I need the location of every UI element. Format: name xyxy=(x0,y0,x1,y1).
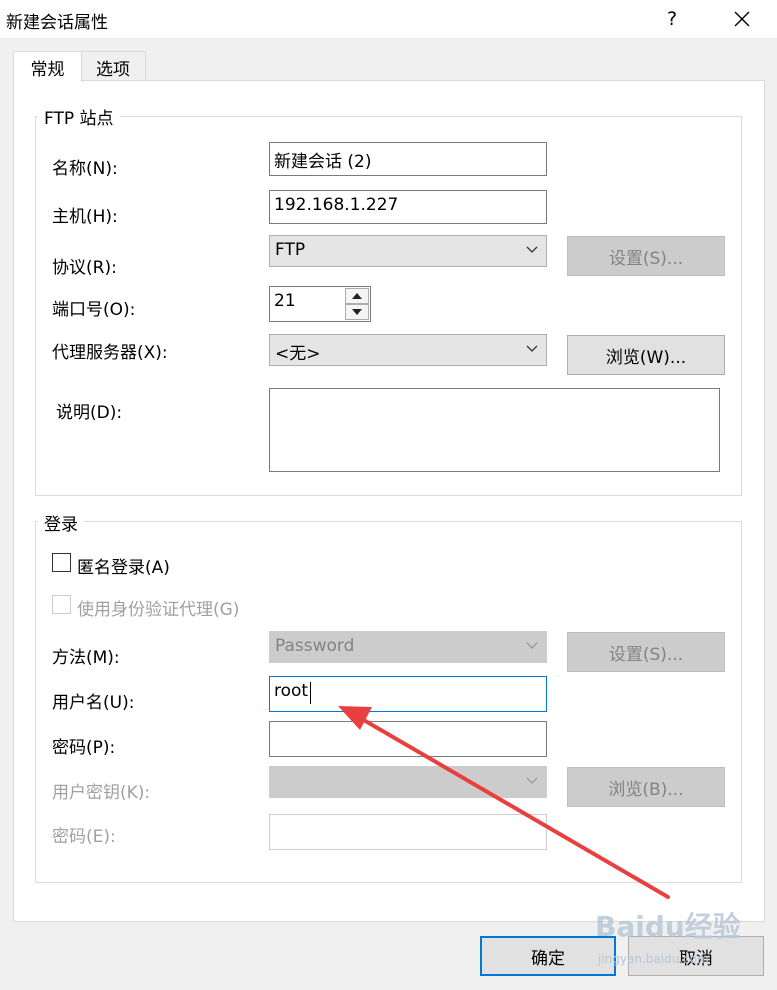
watermark-logo: Baidu经验 xyxy=(595,910,741,943)
watermark-url: jingyan.baidu.com xyxy=(598,952,709,966)
annotation-arrow xyxy=(338,706,670,899)
tab-general[interactable]: 常规 xyxy=(13,51,82,82)
